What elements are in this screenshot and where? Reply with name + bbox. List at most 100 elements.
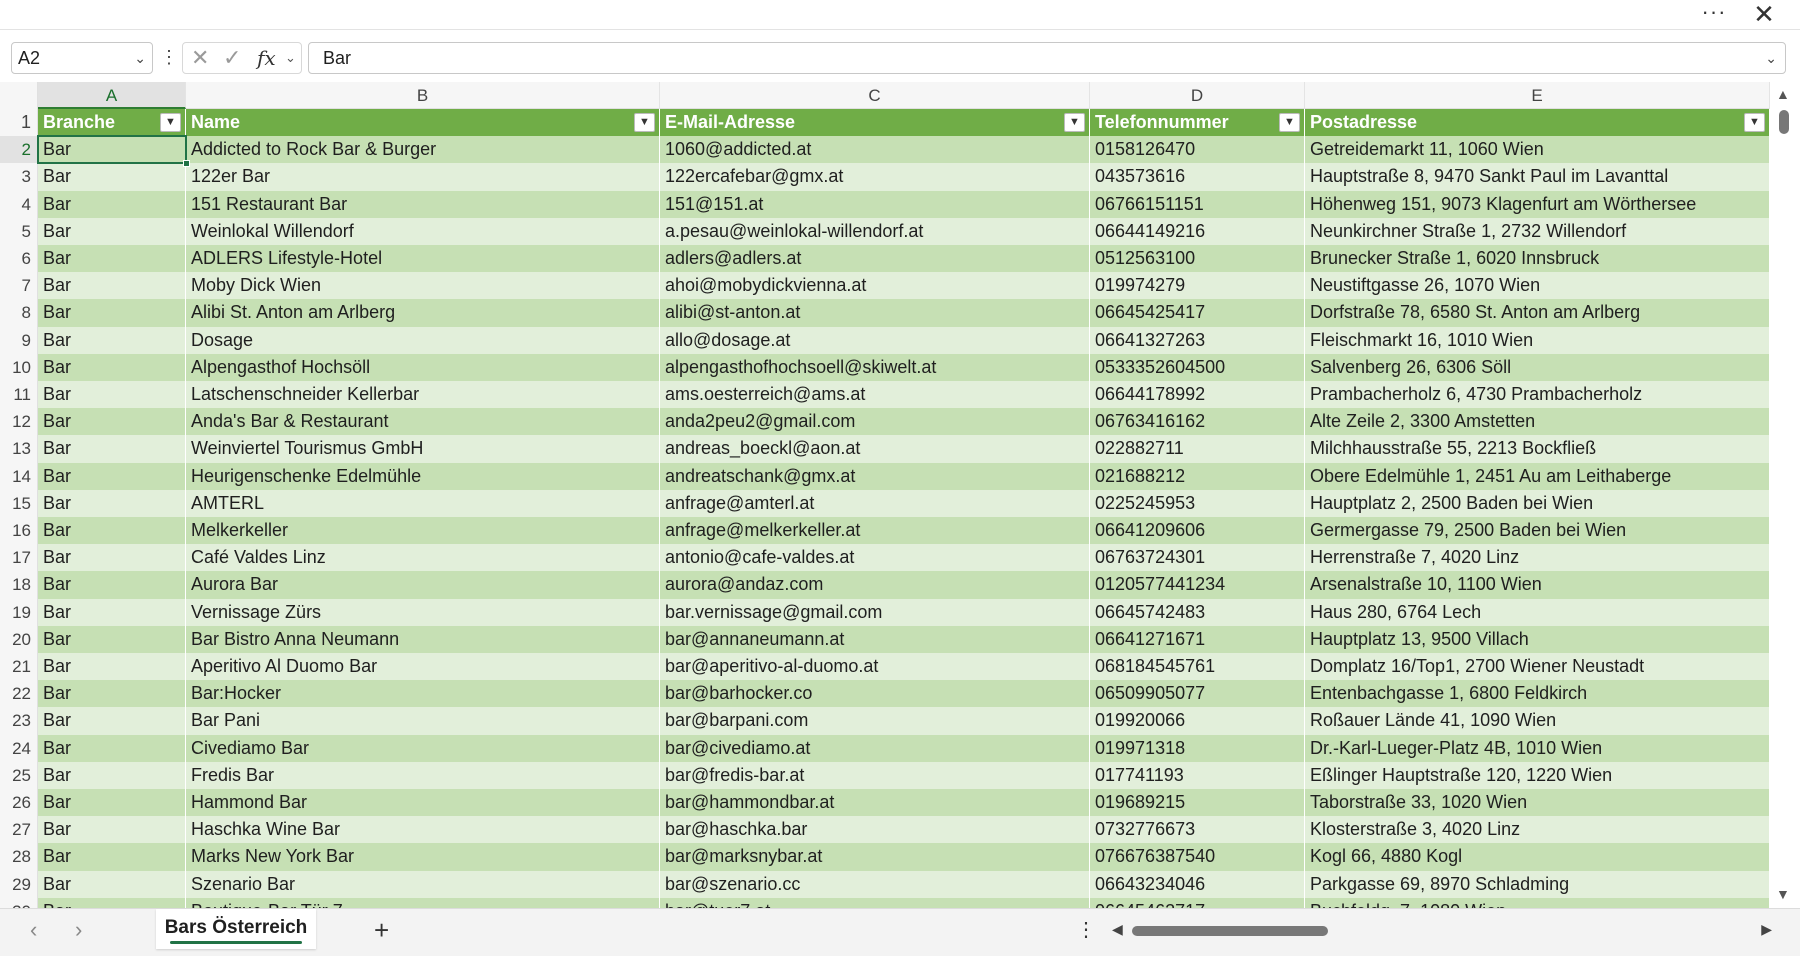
table-cell[interactable]: 019971318 bbox=[1090, 734, 1305, 762]
table-cell[interactable]: 0533352604500 bbox=[1090, 353, 1305, 381]
row-header[interactable]: 6 bbox=[0, 245, 38, 273]
chevron-down-icon[interactable]: ⌄ bbox=[134, 43, 146, 73]
row-header[interactable]: 12 bbox=[0, 408, 38, 436]
more-options-icon[interactable]: ··· bbox=[1698, 0, 1730, 30]
filter-dropdown-icon[interactable]: ▼ bbox=[1064, 113, 1085, 132]
table-header-cell[interactable]: Postadresse ▼ bbox=[1305, 109, 1770, 137]
formula-bar-options-icon[interactable]: ⋮ bbox=[160, 42, 178, 74]
table-cell[interactable]: 0158126470 bbox=[1090, 136, 1305, 164]
table-cell[interactable]: 0225245953 bbox=[1090, 489, 1305, 517]
table-cell[interactable]: Moby Dick Wien bbox=[186, 272, 660, 300]
row-header[interactable]: 14 bbox=[0, 462, 38, 490]
column-header-c[interactable]: C bbox=[660, 82, 1090, 109]
row-header[interactable]: 13 bbox=[0, 435, 38, 463]
table-cell[interactable]: ADLERS Lifestyle-Hotel bbox=[186, 245, 660, 273]
table-cell[interactable]: 019689215 bbox=[1090, 789, 1305, 817]
table-cell[interactable]: anda2peu2@gmail.com bbox=[660, 408, 1090, 436]
table-cell[interactable]: bar@marksnybar.at bbox=[660, 843, 1090, 871]
table-cell[interactable]: Bar Bistro Anna Neumann bbox=[186, 625, 660, 653]
table-cell[interactable]: 06645742483 bbox=[1090, 598, 1305, 626]
table-cell[interactable]: Milchhausstraße 55, 2213 Bockfließ bbox=[1305, 435, 1770, 463]
table-cell[interactable]: Civediamo Bar bbox=[186, 734, 660, 762]
table-cell[interactable]: bar@fredis-bar.at bbox=[660, 761, 1090, 789]
table-cell[interactable]: Bar bbox=[38, 326, 186, 354]
table-cell[interactable]: Bar bbox=[38, 299, 186, 327]
filter-dropdown-icon[interactable]: ▼ bbox=[1279, 113, 1300, 132]
table-cell[interactable]: Bar bbox=[38, 870, 186, 898]
table-cell[interactable]: Dr.-Karl-Lueger-Platz 4B, 1010 Wien bbox=[1305, 734, 1770, 762]
table-cell[interactable]: Alpengasthof Hochsöll bbox=[186, 353, 660, 381]
table-cell[interactable]: bar@hammondbar.at bbox=[660, 789, 1090, 817]
table-cell[interactable]: bar@szenario.cc bbox=[660, 870, 1090, 898]
table-cell[interactable]: Hauptplatz 13, 9500 Villach bbox=[1305, 625, 1770, 653]
table-cell[interactable]: Haus 280, 6764 Lech bbox=[1305, 598, 1770, 626]
table-cell[interactable]: 06645425417 bbox=[1090, 299, 1305, 327]
scroll-right-icon[interactable]: ▶ bbox=[1761, 921, 1772, 938]
table-cell[interactable]: Klosterstraße 3, 4020 Linz bbox=[1305, 816, 1770, 844]
confirm-icon[interactable]: ✓ bbox=[223, 43, 241, 73]
table-cell[interactable]: Bar Pani bbox=[186, 707, 660, 735]
spreadsheet-grid[interactable]: ABCDE 1 Branche ▼ Name ▼ E-Mail-Adresse ▼ Telef… bbox=[0, 82, 1770, 908]
table-header-cell[interactable]: Telefonnummer ▼ bbox=[1090, 109, 1305, 137]
table-cell[interactable]: 06644149216 bbox=[1090, 217, 1305, 245]
table-cell[interactable]: 076676387540 bbox=[1090, 843, 1305, 871]
select-all-corner[interactable] bbox=[0, 82, 38, 109]
table-cell[interactable]: Bar bbox=[38, 571, 186, 599]
row-header[interactable]: 22 bbox=[0, 680, 38, 708]
table-cell[interactable]: bar@annaneumann.at bbox=[660, 625, 1090, 653]
table-cell[interactable]: Bar bbox=[38, 190, 186, 218]
row-header[interactable]: 16 bbox=[0, 517, 38, 545]
table-cell[interactable]: Aurora Bar bbox=[186, 571, 660, 599]
table-cell[interactable]: anfrage@amterl.at bbox=[660, 489, 1090, 517]
add-sheet-button[interactable]: + bbox=[374, 915, 389, 946]
table-cell[interactable]: ahoi@mobydickvienna.at bbox=[660, 272, 1090, 300]
table-cell[interactable]: bar@tuer7.at bbox=[660, 897, 1090, 908]
row-header[interactable]: 21 bbox=[0, 653, 38, 681]
table-cell[interactable]: Boutique-Bar Tür 7 bbox=[186, 897, 660, 908]
table-cell[interactable]: Dorfstraße 78, 6580 St. Anton am Arlberg bbox=[1305, 299, 1770, 327]
row-header[interactable]: 26 bbox=[0, 789, 38, 817]
row-header[interactable]: 3 bbox=[0, 163, 38, 191]
table-cell[interactable]: Szenario Bar bbox=[186, 870, 660, 898]
table-header-cell[interactable]: E-Mail-Adresse ▼ bbox=[660, 109, 1090, 137]
table-cell[interactable]: Alibi St. Anton am Arlberg bbox=[186, 299, 660, 327]
table-cell[interactable]: Bar bbox=[38, 598, 186, 626]
table-cell[interactable]: Bar bbox=[38, 245, 186, 273]
table-cell[interactable]: Getreidemarkt 11, 1060 Wien bbox=[1305, 136, 1770, 164]
table-cell[interactable]: Domplatz 16/Top1, 2700 Wiener Neustadt bbox=[1305, 653, 1770, 681]
table-cell[interactable]: Eßlinger Hauptstraße 120, 1220 Wien bbox=[1305, 761, 1770, 789]
table-cell[interactable]: 019974279 bbox=[1090, 272, 1305, 300]
table-cell[interactable]: 06641271671 bbox=[1090, 625, 1305, 653]
table-cell[interactable]: bar@barhocker.co bbox=[660, 680, 1090, 708]
table-cell[interactable]: Fredis Bar bbox=[186, 761, 660, 789]
table-cell[interactable]: 1060@addicted.at bbox=[660, 136, 1090, 164]
table-cell[interactable]: Buchfeldg. 7, 1080 Wien bbox=[1305, 897, 1770, 908]
table-cell[interactable]: Bar bbox=[38, 163, 186, 191]
table-cell[interactable]: 06643234046 bbox=[1090, 870, 1305, 898]
table-cell[interactable]: Prambacherholz 6, 4730 Prambacherholz bbox=[1305, 381, 1770, 409]
row-header[interactable]: 29 bbox=[0, 870, 38, 898]
table-cell[interactable]: Bar bbox=[38, 625, 186, 653]
table-cell[interactable]: Anda's Bar & Restaurant bbox=[186, 408, 660, 436]
table-cell[interactable]: bar@barpani.com bbox=[660, 707, 1090, 735]
table-cell[interactable]: ams.oesterreich@ams.at bbox=[660, 381, 1090, 409]
row-header[interactable]: 27 bbox=[0, 816, 38, 844]
sheet-tab-active[interactable]: Bars Österreich bbox=[156, 909, 316, 949]
scroll-up-icon[interactable]: ▲ bbox=[1776, 86, 1790, 102]
previous-sheet-icon[interactable]: ‹ bbox=[30, 917, 37, 943]
table-cell[interactable]: Parkgasse 69, 8970 Schladming bbox=[1305, 870, 1770, 898]
horizontal-scroll-thumb[interactable] bbox=[1132, 926, 1328, 936]
row-header[interactable]: 11 bbox=[0, 381, 38, 409]
table-cell[interactable]: Bar bbox=[38, 680, 186, 708]
table-cell[interactable]: alpengasthofhochsoell@skiwelt.at bbox=[660, 353, 1090, 381]
table-cell[interactable]: 017741193 bbox=[1090, 761, 1305, 789]
row-header[interactable]: 24 bbox=[0, 734, 38, 762]
table-cell[interactable]: a.pesau@weinlokal-willendorf.at bbox=[660, 217, 1090, 245]
table-cell[interactable]: Hauptplatz 2, 2500 Baden bei Wien bbox=[1305, 489, 1770, 517]
table-cell[interactable]: allo@dosage.at bbox=[660, 326, 1090, 354]
insert-function-button[interactable]: fx bbox=[257, 43, 276, 73]
row-header[interactable]: 2 bbox=[0, 136, 38, 164]
row-header[interactable]: 23 bbox=[0, 707, 38, 735]
scroll-down-icon[interactable]: ▼ bbox=[1776, 886, 1790, 902]
row-header[interactable]: 20 bbox=[0, 625, 38, 653]
